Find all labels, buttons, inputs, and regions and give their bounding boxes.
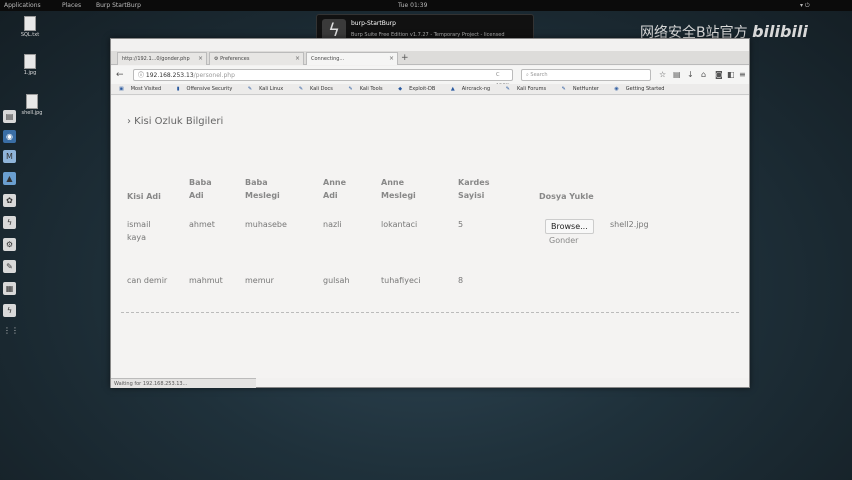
bookmark-star-icon[interactable]: ☆ — [659, 70, 666, 80]
terminal-icon[interactable]: ▤ — [3, 110, 16, 123]
close-icon[interactable]: × — [198, 53, 203, 65]
desktop-file-shell[interactable]: shell.jpg — [20, 94, 44, 116]
bookmark-kali-linux[interactable]: ✎ Kali Linux — [244, 86, 286, 92]
cell-anne-meslegi: lokantaci — [381, 220, 418, 229]
header-kisi-adi: Kisi Adi — [127, 192, 161, 201]
close-icon[interactable]: × — [389, 53, 394, 65]
cell-baba-adi: mahmut — [189, 276, 223, 285]
exploit-icon: ◆ — [398, 86, 403, 92]
extension-icon[interactable]: ◧ — [727, 70, 735, 80]
system-menu[interactable]: ▾ ⏻ — [800, 0, 810, 11]
zap-icon[interactable]: ϟ — [3, 304, 16, 317]
url-bar[interactable]: ⓘ 192.168.253.13/personel.php C 150% — [133, 69, 513, 89]
gonder-button[interactable]: Gonder — [549, 236, 578, 245]
kali-icon: ✎ — [247, 86, 253, 92]
bookmark-kali-forums[interactable]: ✎ Kali Forums — [502, 86, 549, 92]
cell-kisi-adi: ismail kaya — [127, 220, 151, 242]
tab-gonder[interactable]: http://192.1...0/gonder.php × — [117, 52, 207, 65]
cell-anne-meslegi: tuhafiyeci — [381, 276, 421, 285]
bookmark-icon: ▮ — [176, 86, 180, 92]
reading-list-icon[interactable]: ▤ — [673, 70, 681, 80]
bookmark-kali-docs[interactable]: ✎ Kali Docs — [295, 86, 336, 92]
armitage-icon[interactable]: ▲ — [3, 172, 16, 185]
notification-title: burp-StartBurp — [351, 20, 396, 27]
bookmark-offensive-security[interactable]: ▮ Offensive Security — [173, 86, 236, 92]
page-title: › Kisi Ozluk Bilgileri — [127, 116, 224, 127]
file-icon — [26, 94, 38, 109]
cell-baba-meslegi: muhasebe — [245, 220, 287, 229]
info-icon: ⓘ — [138, 72, 146, 79]
active-app-menu[interactable]: Burp StartBurp — [96, 0, 141, 11]
menu-icon[interactable]: ≡ — [739, 70, 746, 80]
file-icon — [24, 16, 36, 31]
back-arrow-icon[interactable]: ← — [116, 69, 124, 81]
search-input[interactable]: ⌕ Search — [521, 69, 651, 81]
left-dock: ▤ ◉ M ▲ ✿ ϟ ⚙ ✎ ▦ ϟ ⋮⋮ — [0, 110, 20, 390]
clock[interactable]: Tue 01:39 — [398, 0, 427, 11]
kali-icon: ✎ — [505, 86, 510, 92]
bookmark-most-visited[interactable]: ▣ Most Visited — [115, 86, 164, 92]
page-content: › Kisi Ozluk Bilgileri Kisi Adi Baba Adi … — [111, 96, 749, 378]
metasploit-icon[interactable]: M — [3, 150, 16, 163]
header-anne-adi: Anne Adi — [323, 178, 347, 200]
files-icon[interactable]: ▦ — [3, 282, 16, 295]
separator — [121, 312, 739, 313]
cell-baba-adi: ahmet — [189, 220, 215, 229]
bilibili-logo: bilibili — [752, 22, 808, 41]
cell-baba-meslegi: memur — [245, 276, 274, 285]
firefox-icon: ◉ — [614, 86, 619, 92]
burp-icon[interactable]: ϟ — [3, 216, 16, 229]
tab-connecting[interactable]: Connecting... × — [306, 52, 398, 65]
bookmark-kali-tools[interactable]: ✎ Kali Tools — [345, 86, 386, 92]
cell-kardes-sayisi: 5 — [458, 220, 464, 229]
bookmarks-toolbar: ▣ Most Visited ▮ Offensive Security ✎ Kali … — [111, 84, 749, 95]
applications-menu[interactable]: Applications — [4, 0, 41, 11]
faraday-icon[interactable]: ✿ — [3, 194, 16, 207]
cell-anne-adi: gulsah — [323, 276, 350, 285]
download-icon[interactable]: ↓ — [687, 70, 694, 80]
cell-kardes-sayisi: 8 — [458, 276, 464, 285]
cell-anne-adi: nazli — [323, 220, 342, 229]
bookmark-getting-started[interactable]: ◉ Getting Started — [610, 86, 667, 92]
bookmark-aircrack[interactable]: ▲ Aircrack-ng — [447, 86, 493, 92]
file-icon — [24, 54, 36, 69]
home-icon[interactable]: ⌂ — [701, 70, 706, 80]
browser-icon[interactable]: ◉ — [3, 130, 16, 143]
tool-icon[interactable]: ⚙ — [3, 238, 16, 251]
navigation-bar: ← ⓘ 192.168.253.13/personel.php C 150% ⌕… — [111, 66, 749, 89]
places-menu[interactable]: Places — [62, 0, 81, 11]
header-anne-meslegi: Anne Meslegi — [381, 178, 416, 200]
desktop-file-1jpg[interactable]: 1.jpg — [18, 54, 42, 76]
bookmark-exploit-db[interactable]: ◆ Exploit-DB — [394, 86, 438, 92]
header-baba-adi: Baba Adi — [189, 178, 212, 200]
selected-file-name: shell2.jpg — [610, 220, 649, 229]
leafpad-icon[interactable]: ✎ — [3, 260, 16, 273]
bookmark-nethunter[interactable]: ✎ NetHunter — [558, 86, 602, 92]
cell-kisi-adi: can demir — [127, 276, 168, 285]
top-panel: Applications Places Burp StartBurp Tue 0… — [0, 0, 852, 11]
kali-icon: ✎ — [348, 86, 353, 92]
kali-icon: ✎ — [298, 86, 304, 92]
tab-bar: http://192.1...0/gonder.php × ⚙ Preferenc… — [111, 51, 749, 65]
new-tab-button[interactable]: + — [401, 51, 409, 65]
apps-grid-icon[interactable]: ⋮⋮ — [3, 324, 19, 337]
tab-preferences[interactable]: ⚙ Preferences × — [209, 52, 304, 65]
desktop-file-sql[interactable]: SQL.txt — [18, 16, 42, 38]
browser-window: http://192.1...0/gonder.php × ⚙ Preferenc… — [110, 38, 750, 388]
close-icon[interactable]: × — [295, 53, 300, 65]
kali-icon: ✎ — [561, 86, 566, 92]
bookmark-icon: ▣ — [119, 86, 124, 92]
header-baba-meslegi: Baba Meslegi — [245, 178, 280, 200]
browse-button[interactable]: Browse... — [545, 219, 594, 234]
header-dosya-yukle: Dosya Yukle — [539, 192, 594, 201]
header-kardes-sayisi: Kardes Sayisi — [458, 178, 490, 200]
pocket-icon[interactable]: ◙ — [715, 70, 723, 80]
aircrack-icon: ▲ — [450, 86, 455, 92]
status-bar: Waiting for 192.168.253.13... — [111, 378, 256, 388]
